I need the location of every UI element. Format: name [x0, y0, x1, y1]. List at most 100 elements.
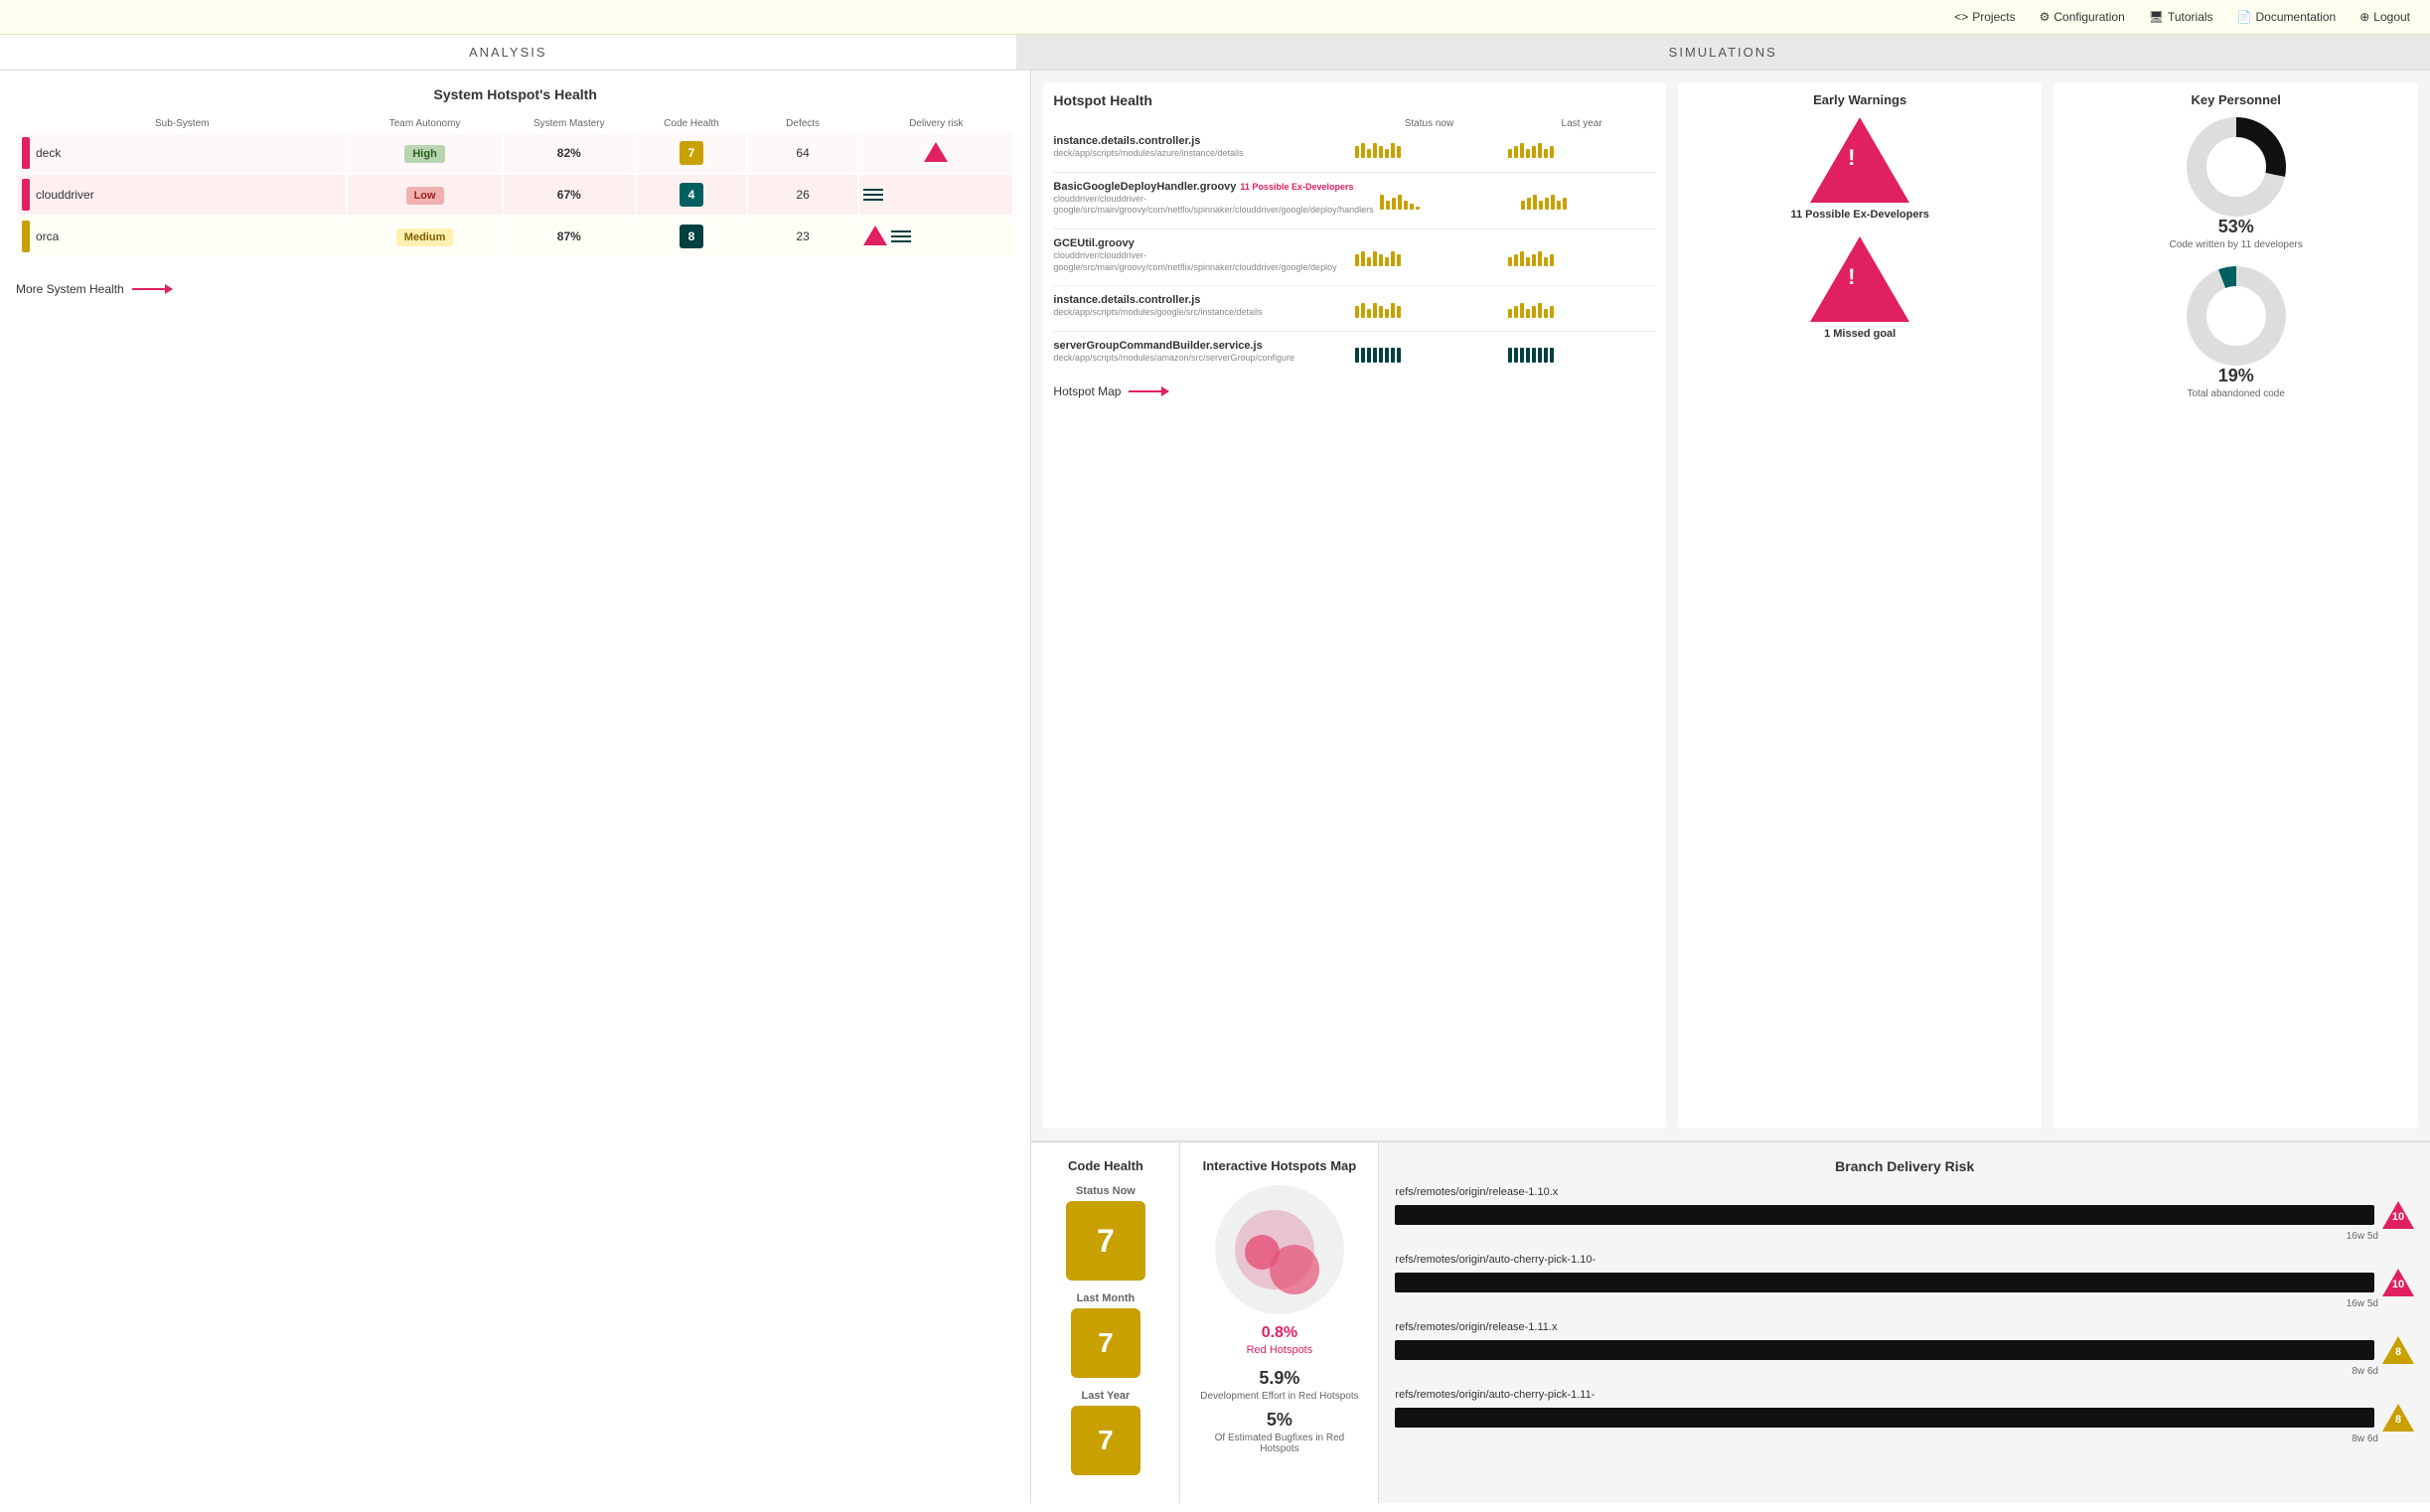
last-month-badge: 7 [1071, 1308, 1140, 1378]
mini-bar [1526, 348, 1530, 363]
mini-bar [1397, 146, 1401, 158]
mini-bar [1550, 306, 1554, 318]
hotspots-map-title: Interactive Hotspots Map [1196, 1158, 1362, 1173]
kp-percent-1: 53% [2063, 217, 2408, 237]
hotspot-filename: instance.details.controller.js [1053, 135, 1348, 147]
warning-triangle-icon: ! [1810, 117, 1909, 203]
hotspot-row: BasicGoogleDeployHandler.groovy11 Possib… [1053, 181, 1655, 229]
mini-bar [1545, 198, 1549, 210]
hotspot-filename: BasicGoogleDeployHandler.groovy11 Possib… [1053, 181, 1373, 193]
autonomy-badge: High [404, 145, 444, 163]
menu-icon[interactable] [891, 230, 911, 242]
simulations-top: Hotspot Health Status now Last year inst… [1031, 71, 2430, 1141]
subsystem-name: deck [36, 146, 61, 160]
red-hotspot-percent: 0.8% [1196, 1324, 1362, 1342]
hotspot-note: 11 Possible Ex-Developers [1240, 182, 1353, 192]
status-col-header: Status now [1355, 118, 1504, 129]
mastery-value: 87% [504, 217, 635, 256]
mini-bar [1367, 348, 1371, 363]
hotspot-filename: serverGroupCommandBuilder.service.js [1053, 340, 1348, 352]
mini-bar [1550, 254, 1554, 266]
risk-value: 10 [2392, 1279, 2404, 1290]
bugfix-label: Of Estimated Bugfixes in Red Hotspots [1196, 1433, 1362, 1454]
status-bars [1380, 192, 1515, 210]
delivery-risk-value: 9 [919, 146, 925, 157]
code-health-value: 4 [680, 183, 703, 207]
mini-bar [1386, 201, 1390, 210]
mini-bar [1373, 143, 1377, 158]
mini-bar [1520, 348, 1524, 363]
simulations-section-header: SIMULATIONS [1016, 35, 2430, 70]
col-system-mastery: System Mastery [504, 116, 635, 131]
hotspot-info: GCEUtil.groovy clouddriver/clouddriver-g… [1053, 237, 1348, 277]
branch-bar [1395, 1340, 2374, 1360]
key-personnel-section: Key Personnel 53% Code written by 11 dev… [2053, 82, 2418, 1129]
early-warnings-section: Early Warnings ! 11 Possible Ex-Develope… [1678, 82, 2043, 1129]
mini-bar [1532, 254, 1536, 266]
last-year-bars [1508, 248, 1656, 266]
branch-name: refs/remotes/origin/auto-cherry-pick-1.1… [1395, 1389, 2414, 1401]
warning-text: 1 Missed goal [1688, 328, 2033, 340]
kp-label-2: Total abandoned code [2063, 388, 2408, 399]
mini-bar [1391, 303, 1395, 318]
autonomy-badge: Medium [396, 228, 454, 246]
status-bars [1355, 300, 1503, 318]
subsystem-name: orca [36, 229, 59, 243]
hotspot-filename: GCEUtil.groovy [1053, 237, 1348, 249]
hotspot-map-arrow-icon [1129, 390, 1168, 392]
defects-value: 23 [748, 217, 857, 256]
mini-bar [1538, 303, 1542, 318]
analysis-panel: System Hotspot's Health Sub-System Team … [0, 71, 1031, 1503]
mini-bar [1526, 257, 1530, 266]
hotspot-info: BasicGoogleDeployHandler.groovy11 Possib… [1053, 181, 1373, 221]
mini-bar [1397, 348, 1401, 363]
top-nav: <> Projects ⚙ Configuration 🖥 Tutorials … [0, 0, 2430, 35]
mini-bar [1508, 348, 1512, 363]
hotspot-info: instance.details.controller.js deck/app/… [1053, 135, 1348, 164]
nav-configuration[interactable]: ⚙ Configuration [2040, 10, 2125, 24]
last-year-label: Last Year [1047, 1390, 1163, 1402]
mini-bar [1379, 146, 1383, 158]
nav-projects[interactable]: <> Projects [1954, 10, 2015, 24]
branch-delivery-panel: Branch Delivery Risk refs/remotes/origin… [1379, 1142, 2430, 1503]
mini-bar [1373, 251, 1377, 266]
more-system-health-link[interactable]: More System Health [16, 274, 1014, 304]
mini-bar [1557, 201, 1561, 210]
subsystem-color [22, 221, 30, 252]
branch-row: refs/remotes/origin/release-1.10.x 10 16… [1395, 1186, 2414, 1242]
menu-icon[interactable] [863, 189, 1008, 201]
hotspot-row: instance.details.controller.js deck/app/… [1053, 135, 1655, 173]
kp-label-1: Code written by 11 developers [2063, 239, 2408, 250]
nav-documentation[interactable]: 📄 Documentation [2237, 10, 2337, 24]
section-headers: ANALYSIS SIMULATIONS [0, 35, 2430, 71]
mini-bar [1538, 251, 1542, 266]
hotspot-path: clouddriver/clouddriver-google/src/main/… [1053, 250, 1348, 273]
mini-bar [1520, 251, 1524, 266]
warning-card: ! 11 Possible Ex-Developers [1688, 117, 2033, 221]
defects-value: 26 [748, 175, 857, 215]
mini-bar [1397, 306, 1401, 318]
hotspot-path: deck/app/scripts/modules/google/src/inst… [1053, 307, 1348, 319]
hotspot-map-link[interactable]: Hotspot Map [1053, 384, 1655, 398]
mini-bar [1355, 146, 1359, 158]
code-health-panel: Code Health Status Now 7 Last Month 7 La… [1031, 1142, 1180, 1503]
defects-value: 64 [748, 133, 857, 173]
mini-bar [1533, 195, 1537, 210]
nav-logout[interactable]: ⊕ Logout [2359, 10, 2410, 24]
hotspot-filename: instance.details.controller.js [1053, 294, 1348, 306]
mini-bar [1397, 254, 1401, 266]
code-health-panel-title: Code Health [1047, 1158, 1163, 1173]
hotspot-row: GCEUtil.groovy clouddriver/clouddriver-g… [1053, 237, 1655, 286]
mini-bar [1367, 257, 1371, 266]
col-code-health: Code Health [637, 116, 746, 131]
mini-bar [1532, 146, 1536, 158]
col-delivery-risk: Delivery risk [859, 116, 1012, 131]
mini-bar [1520, 143, 1524, 158]
warning-card: ! 1 Missed goal [1688, 236, 2033, 340]
hotspot-info: serverGroupCommandBuilder.service.js dec… [1053, 340, 1348, 369]
nav-tutorials[interactable]: 🖥 Tutorials [2149, 10, 2213, 24]
branch-row: refs/remotes/origin/release-1.11.x 8 8w … [1395, 1321, 2414, 1377]
risk-value: 8 [2395, 1346, 2401, 1358]
code-health-value: 7 [680, 141, 703, 165]
hotspot-row-content: instance.details.controller.js deck/app/… [1053, 135, 1655, 164]
